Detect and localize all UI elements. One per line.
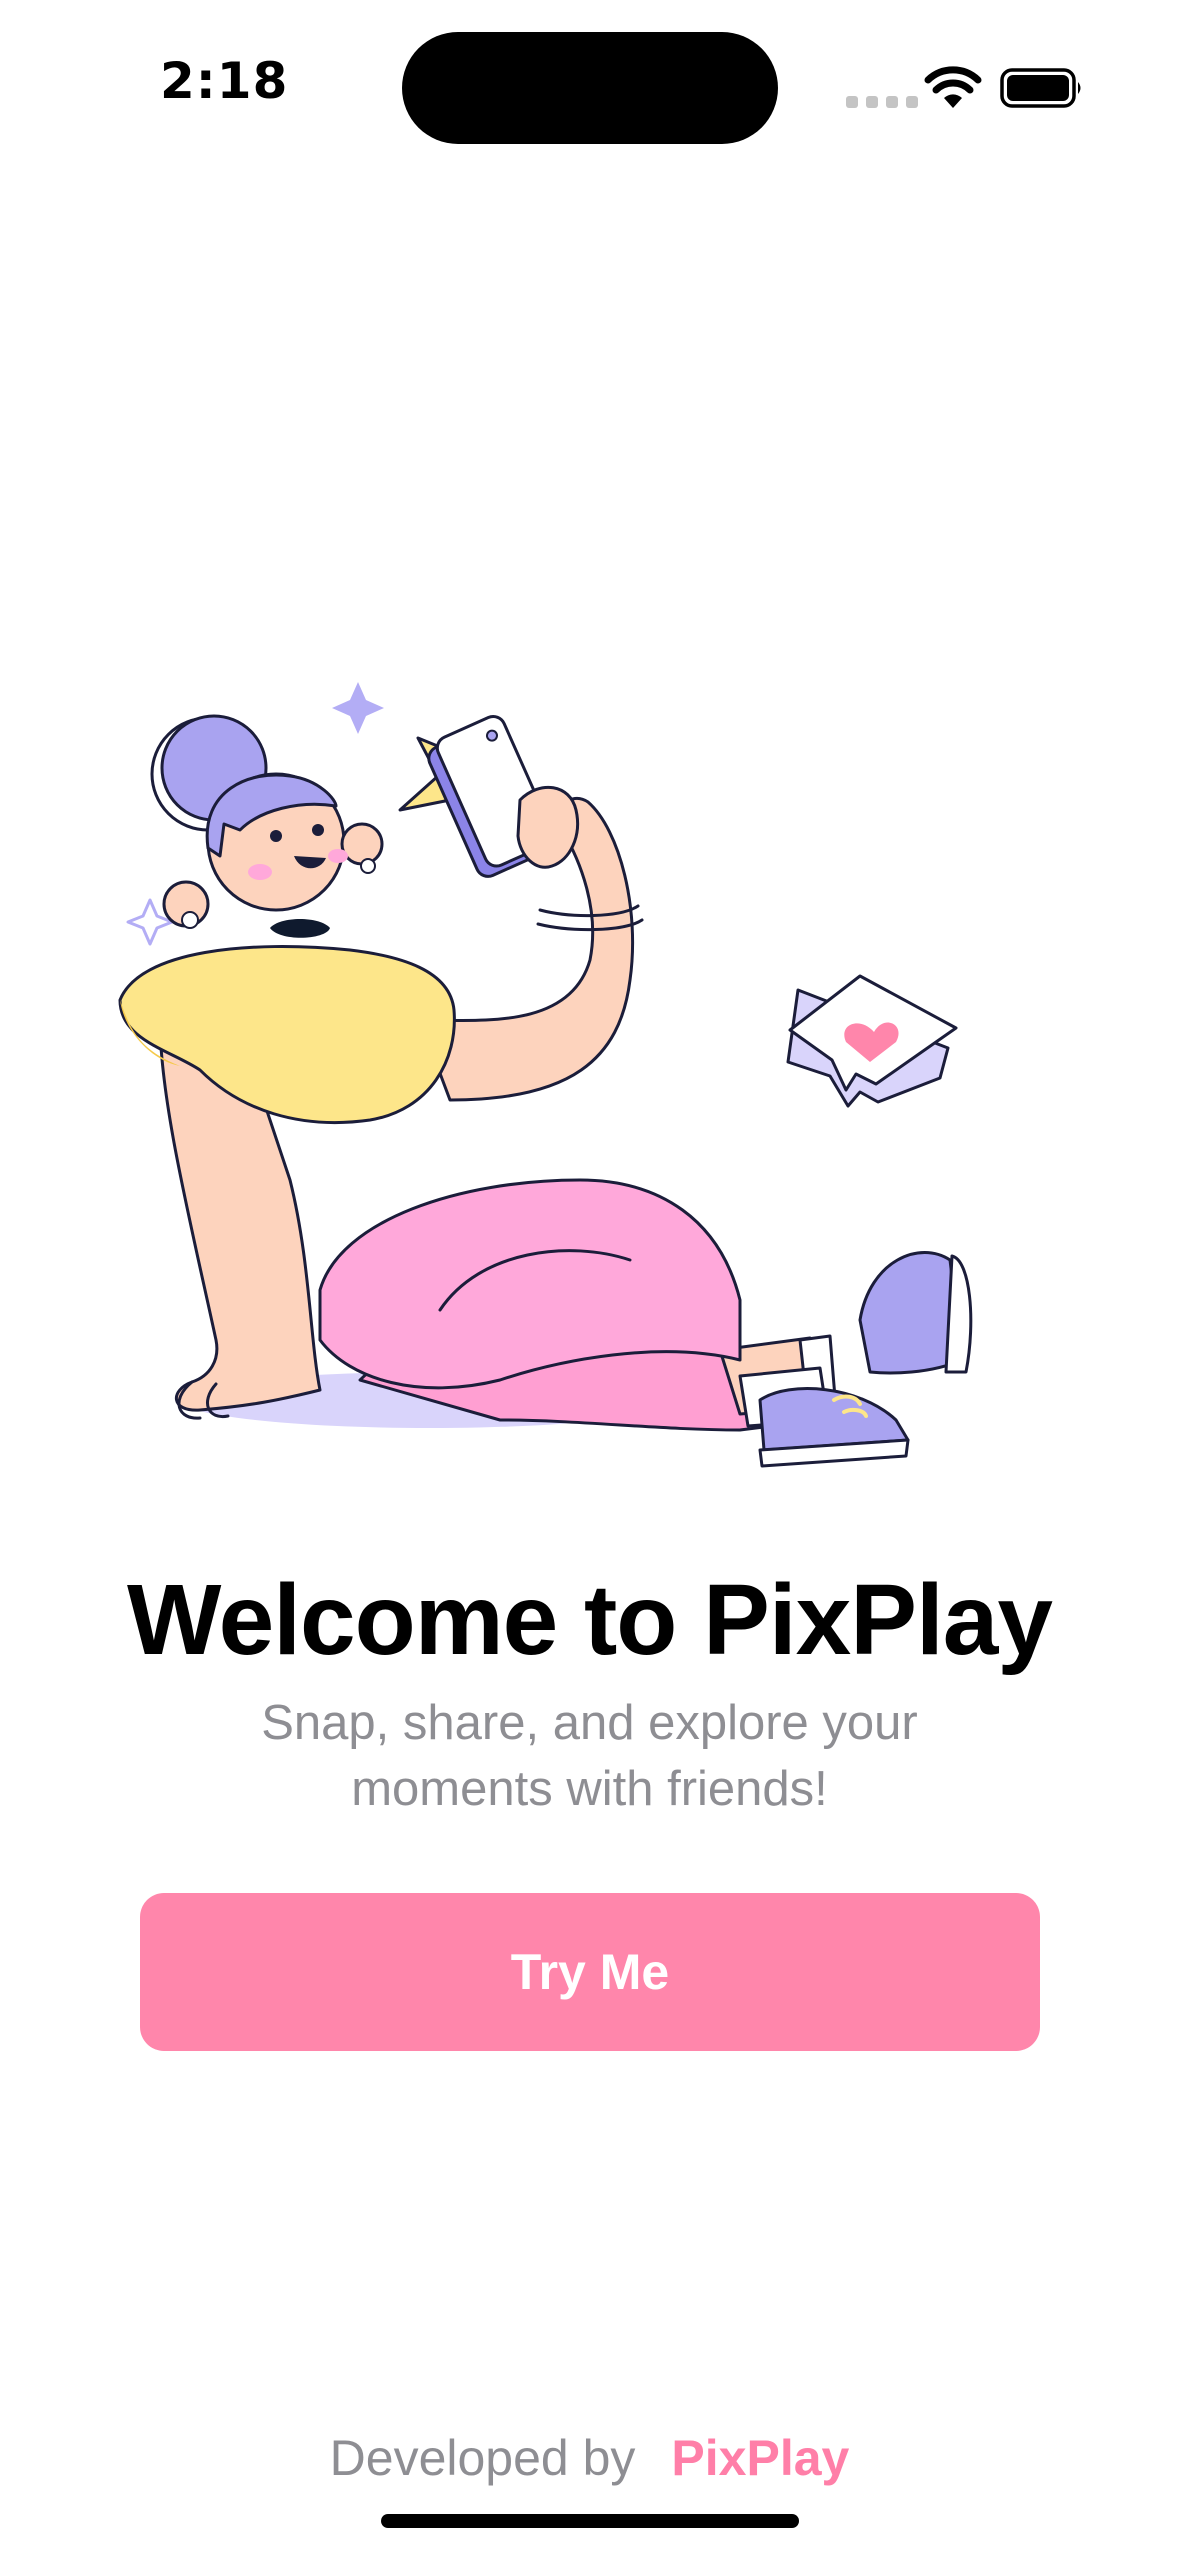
footer-credit: Developed by PixPlay xyxy=(0,2426,1179,2490)
status-bar: 2:18 xyxy=(0,0,1179,170)
dynamic-island xyxy=(402,32,778,144)
developed-by-label: Developed by xyxy=(329,2430,636,2486)
status-time: 2:18 xyxy=(160,52,289,110)
welcome-title: Welcome to PixPlay xyxy=(127,1564,1053,1676)
battery-icon xyxy=(1000,68,1081,108)
brand-link[interactable]: PixPlay xyxy=(671,2430,849,2486)
try-me-button[interactable]: Try Me xyxy=(140,1893,1040,2051)
home-indicator[interactable] xyxy=(381,2514,799,2528)
welcome-subtitle: Snap, share, and explore your moments wi… xyxy=(261,1696,918,1816)
cellular-signal-icon xyxy=(846,96,918,108)
person-taking-selfie-illustration xyxy=(118,682,973,1468)
wifi-icon xyxy=(924,66,982,108)
